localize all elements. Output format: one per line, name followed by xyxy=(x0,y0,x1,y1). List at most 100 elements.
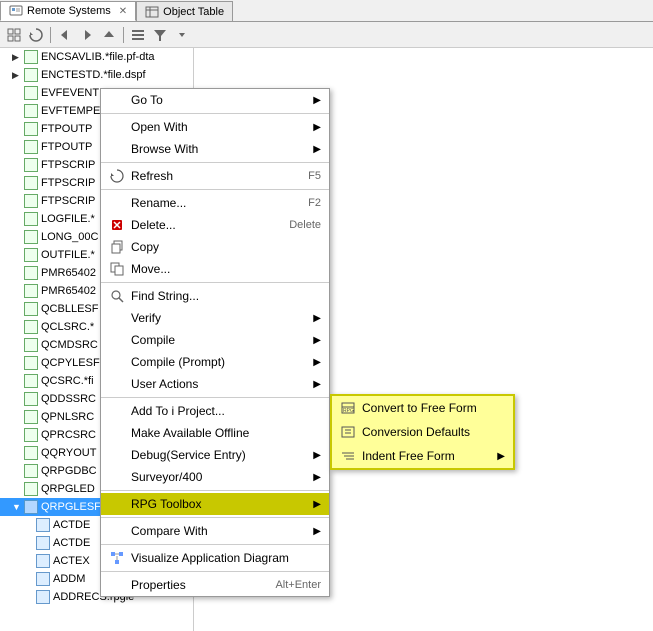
submenu-convert-free[interactable]: RPG Convert to Free Form xyxy=(332,396,513,420)
context-menu: Go To ▶ Open With ▶ Browse With ▶ Refres… xyxy=(100,88,330,597)
menu-debug-label: Debug(Service Entry) xyxy=(131,448,309,462)
menu-compile-prompt-label: Compile (Prompt) xyxy=(131,355,309,369)
menu-user-actions[interactable]: User Actions ▶ xyxy=(101,373,329,395)
menu-properties[interactable]: Properties Alt+Enter xyxy=(101,574,329,596)
file-icon xyxy=(24,464,38,478)
view-btn[interactable] xyxy=(128,25,148,45)
menu-compile-prompt[interactable]: Compile (Prompt) ▶ xyxy=(101,351,329,373)
tree-label: LOGFILE.* xyxy=(41,213,95,225)
tree-label: QRPGLESF xyxy=(41,501,101,513)
rename-icon xyxy=(109,195,125,211)
convert-free-label: Convert to Free Form xyxy=(362,401,505,415)
indent-free-icon xyxy=(340,448,356,464)
refresh-btn[interactable] xyxy=(26,25,46,45)
menu-rpg-toolbox[interactable]: RPG Toolbox ▶ xyxy=(101,493,329,515)
tree-label: FTPOUTP xyxy=(41,141,92,153)
tree-item-enctestd[interactable]: ▶ ENCTESTD.*file.dspf xyxy=(0,66,193,84)
tree-arrow: ▶ xyxy=(24,520,34,530)
menu-browse-with[interactable]: Browse With ▶ xyxy=(101,138,329,160)
menu-make-available-label: Make Available Offline xyxy=(131,426,321,440)
menu-sep-6 xyxy=(101,490,329,491)
submenu-arrow-icon: ▶ xyxy=(313,95,321,106)
menu-add-to-i-label: Add To i Project... xyxy=(131,404,321,418)
file-icon xyxy=(24,284,38,298)
tree-arrow: ▶ xyxy=(12,412,22,422)
menu-compile[interactable]: Compile ▶ xyxy=(101,329,329,351)
menu-debug[interactable]: Debug(Service Entry) ▶ xyxy=(101,444,329,466)
tree-arrow: ▶ xyxy=(12,376,22,386)
file-icon xyxy=(24,176,38,190)
file-icon xyxy=(24,446,38,460)
menu-make-available[interactable]: Make Available Offline xyxy=(101,422,329,444)
svg-text:RPG: RPG xyxy=(343,408,354,414)
menu-compare-with-label: Compare With xyxy=(131,524,309,538)
menu-refresh[interactable]: Refresh F5 xyxy=(101,165,329,187)
tree-label: QPNLSRC xyxy=(41,411,94,423)
menu-find-string[interactable]: Find String... xyxy=(101,285,329,307)
user-actions-icon xyxy=(109,376,125,392)
tree-arrow: ▶ xyxy=(12,484,22,494)
menu-surveyor[interactable]: Surveyor/400 ▶ xyxy=(101,466,329,488)
dropdown-btn[interactable] xyxy=(172,25,192,45)
menu-move-label: Move... xyxy=(131,262,321,276)
tree-arrow: ▼ xyxy=(12,502,22,512)
file-icon xyxy=(36,536,50,550)
menu-sep-3 xyxy=(101,189,329,190)
menu-visualize-label: Visualize Application Diagram xyxy=(131,551,321,565)
compile-icon xyxy=(109,332,125,348)
menu-delete[interactable]: Delete... Delete xyxy=(101,214,329,236)
file-icon xyxy=(36,590,50,604)
convert-free-icon: RPG xyxy=(340,400,356,416)
tree-arrow: ▶ xyxy=(12,88,22,98)
tree-arrow: ▶ xyxy=(12,430,22,440)
tree-label: QCBLLESF xyxy=(41,303,98,315)
tree-arrow: ▶ xyxy=(12,232,22,242)
collapse-all-btn[interactable] xyxy=(4,25,24,45)
menu-add-to-i[interactable]: Add To i Project... xyxy=(101,400,329,422)
tab-object-table[interactable]: Object Table xyxy=(136,1,233,21)
menu-open-with[interactable]: Open With ▶ xyxy=(101,116,329,138)
filter-btn[interactable] xyxy=(150,25,170,45)
remote-systems-tab-icon xyxy=(9,4,23,18)
file-icon xyxy=(36,554,50,568)
tab-object-table-label: Object Table xyxy=(163,6,224,18)
visualize-icon xyxy=(109,550,125,566)
file-icon xyxy=(24,266,38,280)
tree-label: QCPYLESF xyxy=(41,357,100,369)
back-btn[interactable] xyxy=(55,25,75,45)
tree-item-encsavlib[interactable]: ▶ ENCSAVLIB.*file.pf-dta xyxy=(0,48,193,66)
add-to-i-icon xyxy=(109,403,125,419)
tree-label: FTPSCRIP xyxy=(41,195,95,207)
submenu-arrow-icon: ▶ xyxy=(313,379,321,390)
compare-with-icon xyxy=(109,523,125,539)
menu-compare-with[interactable]: Compare With ▶ xyxy=(101,520,329,542)
tab-close-icon[interactable]: ✕ xyxy=(119,6,127,17)
menu-copy[interactable]: Copy xyxy=(101,236,329,258)
menu-rename[interactable]: Rename... F2 xyxy=(101,192,329,214)
tree-arrow: ▶ xyxy=(24,556,34,566)
submenu-arrow-icon: ▶ xyxy=(313,122,321,133)
submenu-indent-free[interactable]: Indent Free Form ▶ xyxy=(332,444,513,468)
menu-move[interactable]: Move... xyxy=(101,258,329,280)
tree-arrow: ▶ xyxy=(12,448,22,458)
menu-goto[interactable]: Go To ▶ xyxy=(101,89,329,111)
tab-remote-systems[interactable]: Remote Systems ✕ xyxy=(0,1,136,21)
menu-verify[interactable]: Verify ▶ xyxy=(101,307,329,329)
submenu-conv-defaults[interactable]: Conversion Defaults xyxy=(332,420,513,444)
menu-compile-label: Compile xyxy=(131,333,309,347)
tree-label: QPRCSRC xyxy=(41,429,96,441)
rpg-toolbox-submenu: RPG Convert to Free Form Conversion Defa… xyxy=(330,394,515,470)
delete-shortcut: Delete xyxy=(289,219,321,231)
tree-label: EVFEVENT xyxy=(41,87,99,99)
file-icon xyxy=(24,140,38,154)
forward-btn[interactable] xyxy=(77,25,97,45)
menu-visualize[interactable]: Visualize Application Diagram xyxy=(101,547,329,569)
refresh-icon xyxy=(109,168,125,184)
tree-arrow: ▶ xyxy=(12,394,22,404)
file-icon xyxy=(24,320,38,334)
move-icon xyxy=(109,261,125,277)
rpg-toolbox-icon xyxy=(109,496,125,512)
menu-user-actions-label: User Actions xyxy=(131,377,309,391)
tree-arrow: ▶ xyxy=(12,160,22,170)
up-btn[interactable] xyxy=(99,25,119,45)
